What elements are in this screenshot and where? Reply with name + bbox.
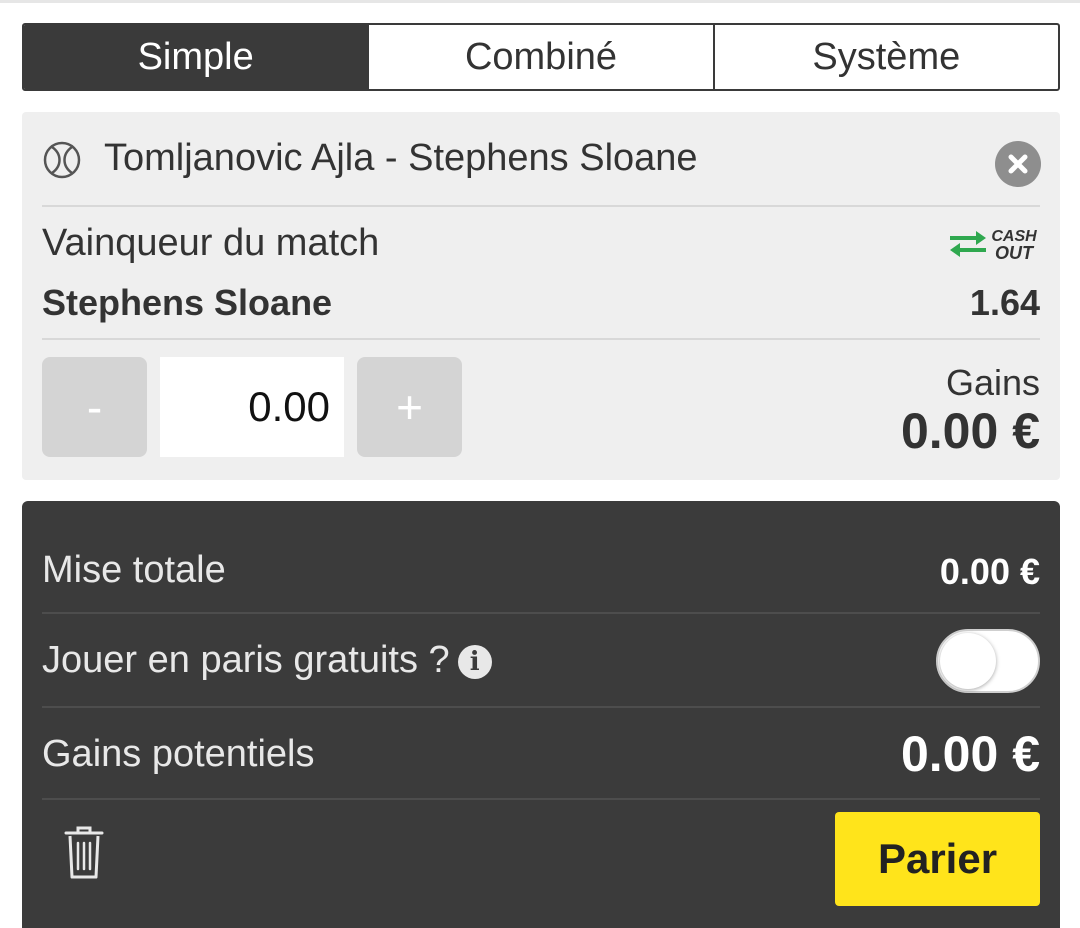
match-title: Tomljanovic Ajla - Stephens Sloane xyxy=(104,137,698,179)
stake-increase-button[interactable]: + xyxy=(357,357,462,457)
tab-simple[interactable]: Simple xyxy=(24,25,368,89)
tennis-ball-icon xyxy=(43,141,81,179)
cashout-arrows-icon xyxy=(950,231,986,257)
free-bets-row: Jouer en paris gratuits ? i xyxy=(42,629,1040,695)
close-circle-icon xyxy=(1008,154,1028,174)
potential-gains-value: 0.00 € xyxy=(900,726,1040,782)
selection-name: Stephens Sloane xyxy=(42,282,333,323)
match-row: Tomljanovic Ajla - Stephens Sloane xyxy=(22,112,1060,206)
stake-input[interactable] xyxy=(160,357,344,457)
toggle-knob xyxy=(940,633,996,689)
market-name: Vainqueur du match xyxy=(42,222,380,264)
gains-label: Gains xyxy=(945,362,1040,403)
remove-bet-button[interactable] xyxy=(995,141,1041,187)
bet-summary-panel: Mise totale 0.00 € Jouer en paris gratui… xyxy=(22,501,1060,928)
total-stake-label: Mise totale xyxy=(42,549,226,591)
bet-type-tabs: Simple Combiné Système xyxy=(22,23,1060,91)
stake-decrease-button[interactable]: - xyxy=(42,357,147,457)
cashout-badge: CASH OUT xyxy=(950,228,1037,263)
divider xyxy=(42,205,1040,207)
place-bet-button[interactable]: Parier xyxy=(835,812,1040,906)
free-bets-label: Jouer en paris gratuits ? i xyxy=(42,639,492,682)
bet-card: Tomljanovic Ajla - Stephens Sloane Vainq… xyxy=(22,112,1060,480)
odds-value: 1.64 xyxy=(969,282,1040,323)
total-stake-row: Mise totale 0.00 € xyxy=(42,549,1040,595)
potential-gains-label: Gains potentiels xyxy=(42,733,315,775)
top-divider xyxy=(0,0,1080,3)
free-bets-text: Jouer en paris gratuits ? xyxy=(42,639,450,681)
total-stake-value: 0.00 € xyxy=(939,551,1040,592)
tab-combine[interactable]: Combiné xyxy=(367,25,712,89)
divider xyxy=(42,612,1040,614)
trash-icon[interactable] xyxy=(62,823,106,881)
gains-value: 0.00 € xyxy=(900,403,1040,459)
divider xyxy=(42,798,1040,800)
divider xyxy=(42,706,1040,708)
potential-gains-row: Gains potentiels 0.00 € xyxy=(42,726,1040,783)
divider xyxy=(42,338,1040,340)
cashout-line2: OUT xyxy=(995,243,1035,263)
info-icon[interactable]: i xyxy=(457,644,492,679)
free-bets-toggle[interactable] xyxy=(936,629,1040,693)
tab-systeme[interactable]: Système xyxy=(712,25,1058,89)
